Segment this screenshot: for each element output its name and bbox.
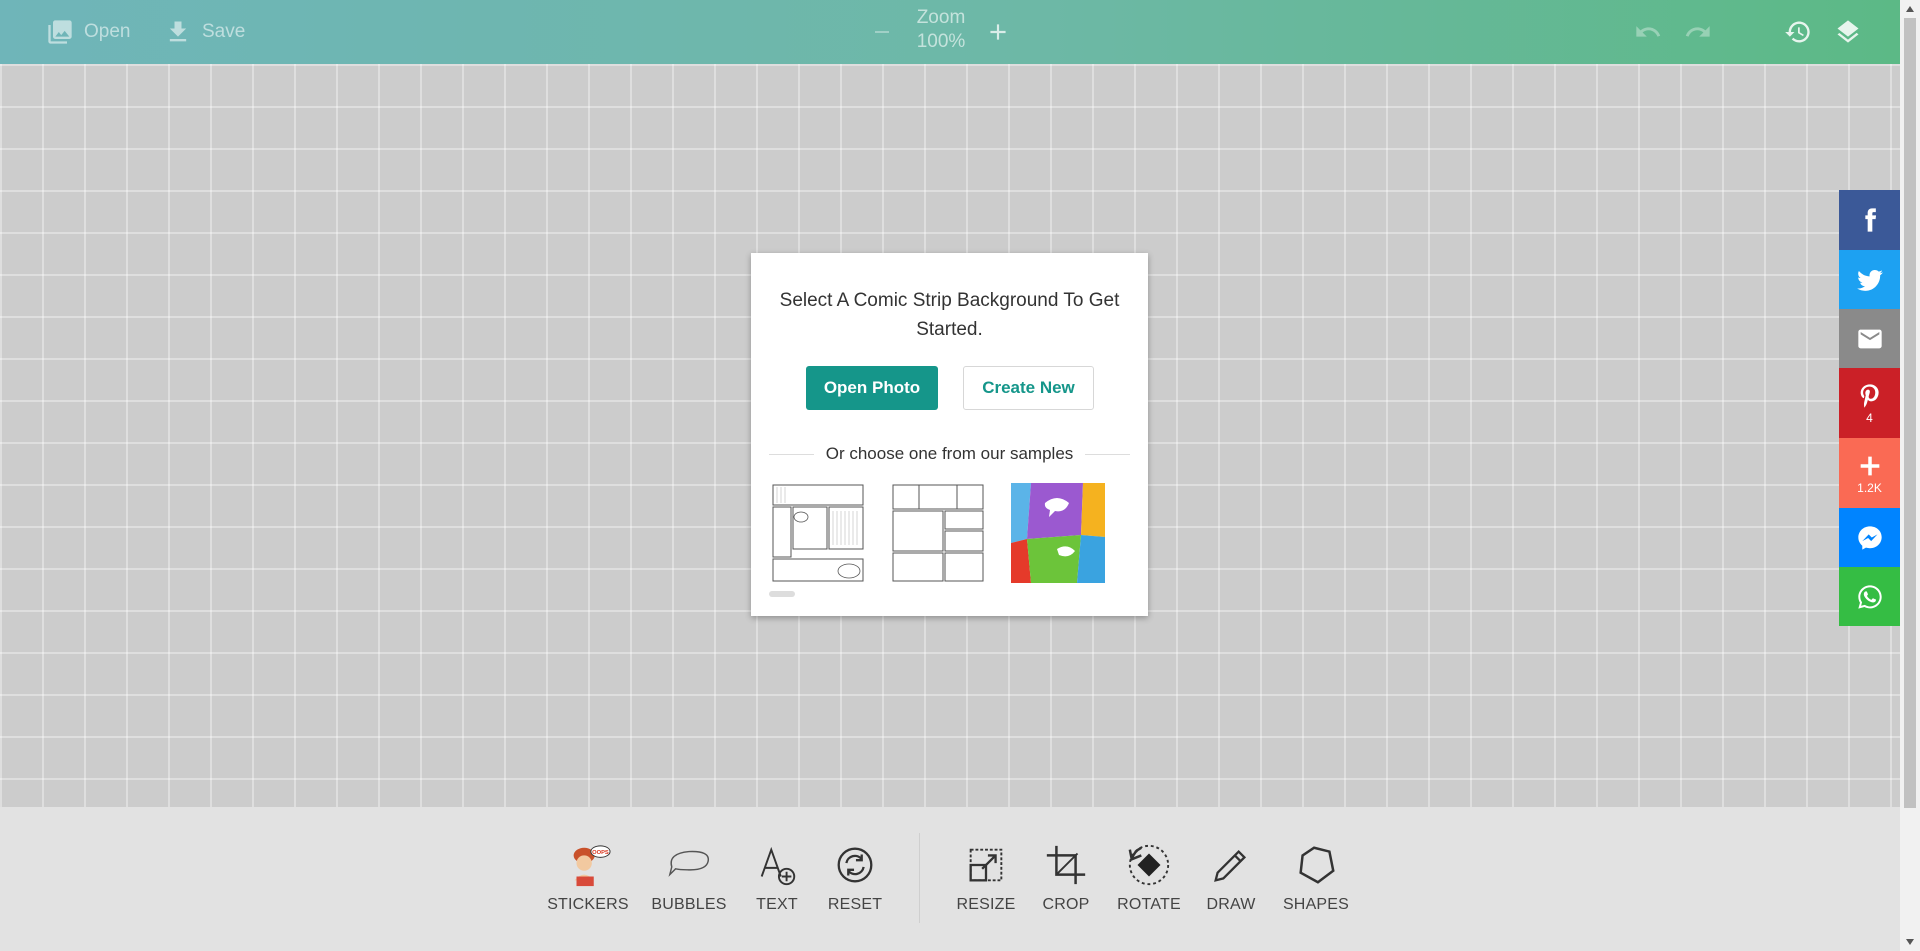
dialog-title: Select A Comic Strip Background To Get S… xyxy=(779,290,1120,340)
resize-tool[interactable]: RESIZE xyxy=(946,841,1026,921)
bottom-toolbar: OOPS STICKERS BUBBLES TEXT RESET RESIZE … xyxy=(0,807,1900,951)
reset-tool[interactable]: RESET xyxy=(815,841,895,921)
text-label: TEXT xyxy=(756,896,798,913)
zoom-label: Zoom xyxy=(916,7,966,28)
sample-thumbnails xyxy=(771,483,1128,583)
toolbar-divider xyxy=(919,833,920,923)
pinterest-icon xyxy=(1860,384,1879,408)
social-share-bar: 4 1.2K xyxy=(1839,190,1900,626)
layers-icon xyxy=(1837,20,1859,43)
speech-bubble-icon xyxy=(665,841,713,889)
bubbles-label: BUBBLES xyxy=(651,896,727,913)
polygon-icon xyxy=(1292,841,1340,889)
refresh-icon xyxy=(831,841,879,889)
pinterest-count: 4 xyxy=(1866,411,1873,425)
open-button[interactable]: Open xyxy=(46,14,130,50)
facebook-icon xyxy=(1864,208,1876,232)
rotate-icon xyxy=(1125,841,1173,889)
plus-icon xyxy=(1860,456,1879,476)
sample-thumbnail-3[interactable] xyxy=(1011,483,1105,583)
resize-icon xyxy=(962,841,1010,889)
rotate-label: ROTATE xyxy=(1117,896,1181,913)
add-text-icon xyxy=(753,841,801,889)
scroll-down-arrow[interactable] xyxy=(1900,933,1920,951)
save-label: Save xyxy=(202,21,246,42)
twitter-icon xyxy=(1856,269,1883,291)
history-icon xyxy=(1785,21,1810,43)
caret-down-icon xyxy=(1906,939,1914,945)
crop-icon xyxy=(1042,841,1090,889)
open-photo-button[interactable]: Open Photo xyxy=(806,366,938,410)
sample-thumbnail-1[interactable] xyxy=(771,483,865,583)
zoom-in-button[interactable] xyxy=(980,14,1016,50)
top-toolbar: Open Save Zoom 100% xyxy=(0,0,1900,64)
redo-icon xyxy=(1685,26,1710,37)
resize-label: RESIZE xyxy=(956,896,1016,913)
zoom-out-button[interactable] xyxy=(864,14,900,50)
messenger-icon xyxy=(1857,525,1882,550)
thumbnail-scrollbar[interactable] xyxy=(769,591,795,597)
open-label: Open xyxy=(84,21,131,42)
facebook-share-button[interactable] xyxy=(1839,190,1900,250)
twitter-share-button[interactable] xyxy=(1839,250,1900,309)
stickers-tool[interactable]: OOPS STICKERS xyxy=(547,841,629,921)
zoom-value: 100% xyxy=(916,31,966,52)
email-share-button[interactable] xyxy=(1839,309,1900,368)
text-tool[interactable]: TEXT xyxy=(737,841,817,921)
crop-label: CROP xyxy=(1042,896,1090,913)
samples-label: Or choose one from our samples xyxy=(825,444,1074,463)
download-icon xyxy=(169,21,187,42)
create-new-button[interactable]: Create New xyxy=(963,366,1094,410)
scroll-thumb[interactable] xyxy=(1904,18,1916,808)
share-count: 1.2K xyxy=(1857,481,1882,495)
whatsapp-share-button[interactable] xyxy=(1839,567,1900,626)
draw-tool[interactable]: DRAW xyxy=(1191,841,1271,921)
undo-button[interactable] xyxy=(1630,14,1666,50)
pinterest-share-button[interactable]: 4 xyxy=(1839,368,1900,438)
messenger-share-button[interactable] xyxy=(1839,508,1900,567)
pencil-icon xyxy=(1207,841,1255,889)
minus-icon xyxy=(875,31,889,33)
undo-icon xyxy=(1636,26,1661,37)
zoom-readout: Zoom 100% xyxy=(908,6,974,54)
email-icon xyxy=(1857,329,1882,348)
save-button[interactable]: Save xyxy=(164,14,245,50)
sample-thumbnail-2[interactable] xyxy=(891,483,985,583)
stickers-label: STICKERS xyxy=(547,896,629,913)
rotate-tool[interactable]: ROTATE xyxy=(1109,841,1189,921)
redo-button[interactable] xyxy=(1680,14,1716,50)
layers-button[interactable] xyxy=(1830,14,1866,50)
whatsapp-icon xyxy=(1857,584,1882,609)
scroll-up-arrow[interactable] xyxy=(1900,0,1920,18)
shapes-label: SHAPES xyxy=(1282,896,1350,913)
crop-tool[interactable]: CROP xyxy=(1026,841,1106,921)
bubbles-tool[interactable]: BUBBLES xyxy=(649,841,729,921)
shapes-tool[interactable]: SHAPES xyxy=(1276,841,1356,921)
divider-line xyxy=(769,453,814,455)
caret-up-icon xyxy=(1906,6,1914,12)
svg-text:OOPS: OOPS xyxy=(592,850,609,856)
reset-label: RESET xyxy=(827,896,883,913)
plus-icon xyxy=(990,24,1006,40)
image-icon xyxy=(48,20,72,44)
more-share-button[interactable]: 1.2K xyxy=(1839,438,1900,508)
history-button[interactable] xyxy=(1780,14,1816,50)
divider-line xyxy=(1085,453,1130,455)
sticker-icon: OOPS xyxy=(564,841,612,889)
start-dialog: Select A Comic Strip Background To Get S… xyxy=(751,253,1148,616)
page-scrollbar[interactable] xyxy=(1900,0,1920,951)
draw-label: DRAW xyxy=(1206,896,1256,913)
samples-divider: Or choose one from our samples xyxy=(769,443,1130,465)
